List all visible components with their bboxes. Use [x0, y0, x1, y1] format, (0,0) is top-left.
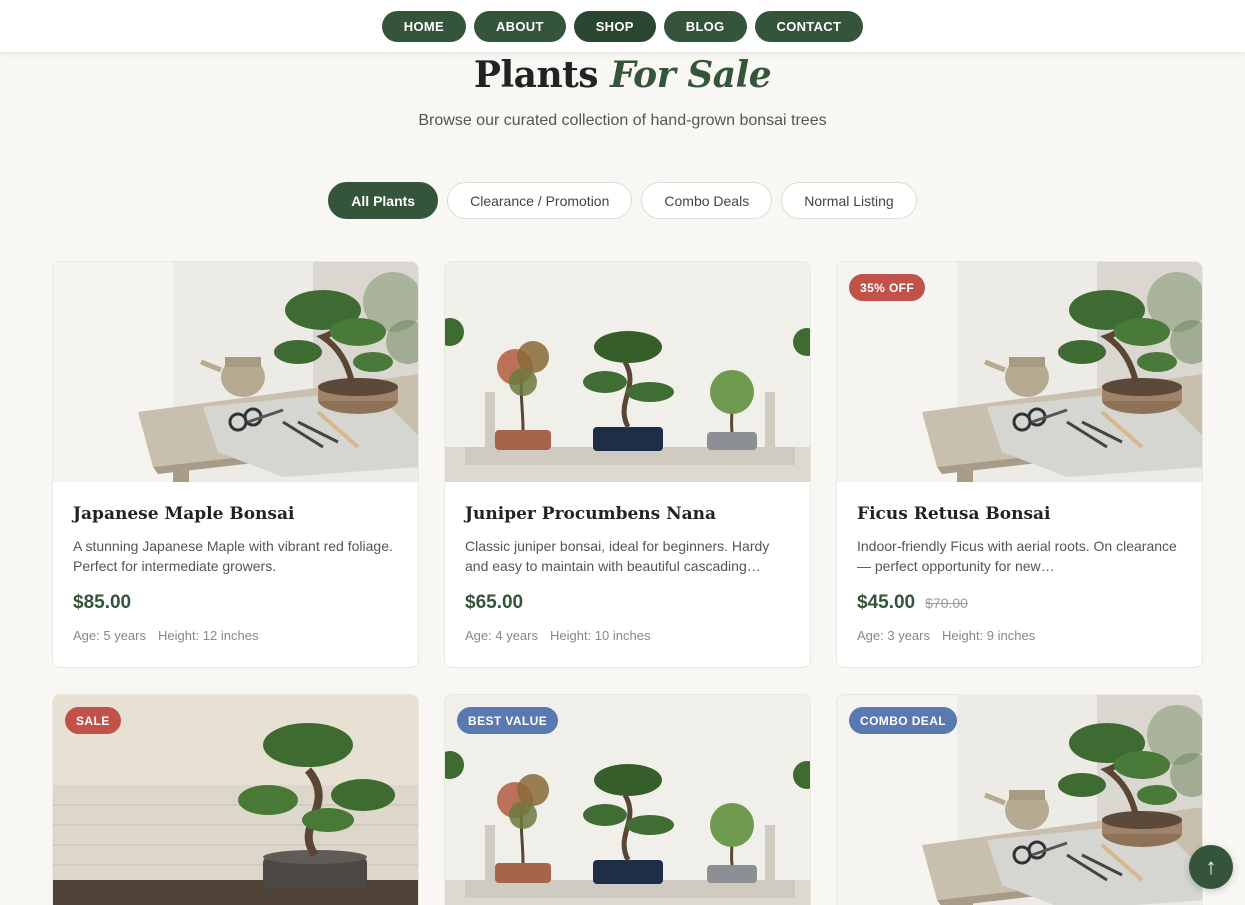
nav-blog-button[interactable]: BLOG: [663, 10, 747, 42]
product-age: Age: 4 years: [465, 628, 538, 643]
page-title-accent: For Sale: [610, 54, 772, 96]
product-title[interactable]: Japanese Maple Bonsai: [73, 504, 398, 524]
product-height: Height: 10 inches: [550, 628, 651, 643]
product-card[interactable]: Juniper Procumbens Nana Classic juniper …: [444, 261, 811, 668]
top-navbar: HOME ABOUT SHOP BLOG CONTACT: [0, 0, 1245, 52]
arrow-up-icon: ↑: [1205, 854, 1217, 879]
product-description: A stunning Japanese Maple with vibrant r…: [73, 538, 393, 574]
filter-clearance-promotion[interactable]: Clearance / Promotion: [447, 182, 633, 219]
nav-shop-button[interactable]: SHOP: [573, 10, 656, 42]
product-description: Indoor-friendly Ficus with aerial roots.…: [857, 538, 1177, 574]
product-price: $85.00: [73, 592, 132, 613]
product-card[interactable]: BEST VALUE: [444, 694, 811, 905]
filter-combo-deals[interactable]: Combo Deals: [641, 182, 773, 219]
best-value-badge: BEST VALUE: [457, 707, 559, 734]
filter-all-plants[interactable]: All Plants: [328, 182, 439, 219]
product-image[interactable]: SALE: [53, 695, 418, 905]
product-description: Classic juniper bonsai, ideal for beginn…: [465, 538, 770, 574]
product-image[interactable]: 35% OFF: [837, 262, 1202, 482]
product-title[interactable]: Juniper Procumbens Nana: [465, 504, 790, 524]
product-height: Height: 12 inches: [158, 628, 259, 643]
sale-badge: SALE: [65, 707, 121, 734]
discount-badge: 35% OFF: [849, 274, 926, 301]
product-price: $65.00: [465, 592, 524, 613]
product-card[interactable]: SALE: [52, 694, 419, 905]
filter-bar: All Plants Clearance / Promotion Combo D…: [0, 182, 1245, 219]
product-age: Age: 3 years: [857, 628, 930, 643]
filter-normal-listing[interactable]: Normal Listing: [781, 182, 917, 219]
product-age: Age: 5 years: [73, 628, 146, 643]
product-card[interactable]: COMBO DEAL: [836, 694, 1203, 905]
nav-contact-button[interactable]: CONTACT: [754, 10, 864, 42]
product-card[interactable]: Japanese Maple Bonsai A stunning Japanes…: [52, 261, 419, 668]
product-height: Height: 9 inches: [942, 628, 1036, 643]
product-image[interactable]: BEST VALUE: [445, 695, 810, 905]
page-subtitle: Browse our curated collection of hand-gr…: [418, 112, 827, 129]
product-image[interactable]: COMBO DEAL: [837, 695, 1202, 905]
product-image[interactable]: [53, 262, 418, 482]
page-title-main: Plants: [473, 54, 599, 96]
product-price: $45.00: [857, 592, 916, 613]
product-card[interactable]: 35% OFF Ficus Retusa Bonsai Indoor-frien…: [836, 261, 1203, 668]
combo-deal-badge: COMBO DEAL: [849, 707, 957, 734]
product-image[interactable]: [445, 262, 810, 482]
product-old-price: $70.00: [925, 595, 968, 611]
scroll-to-top-button[interactable]: ↑: [1189, 845, 1233, 889]
nav-home-button[interactable]: HOME: [381, 10, 466, 42]
nav-about-button[interactable]: ABOUT: [473, 10, 566, 42]
page-title: Plants For Sale: [0, 54, 1245, 96]
product-title[interactable]: Ficus Retusa Bonsai: [857, 504, 1182, 524]
